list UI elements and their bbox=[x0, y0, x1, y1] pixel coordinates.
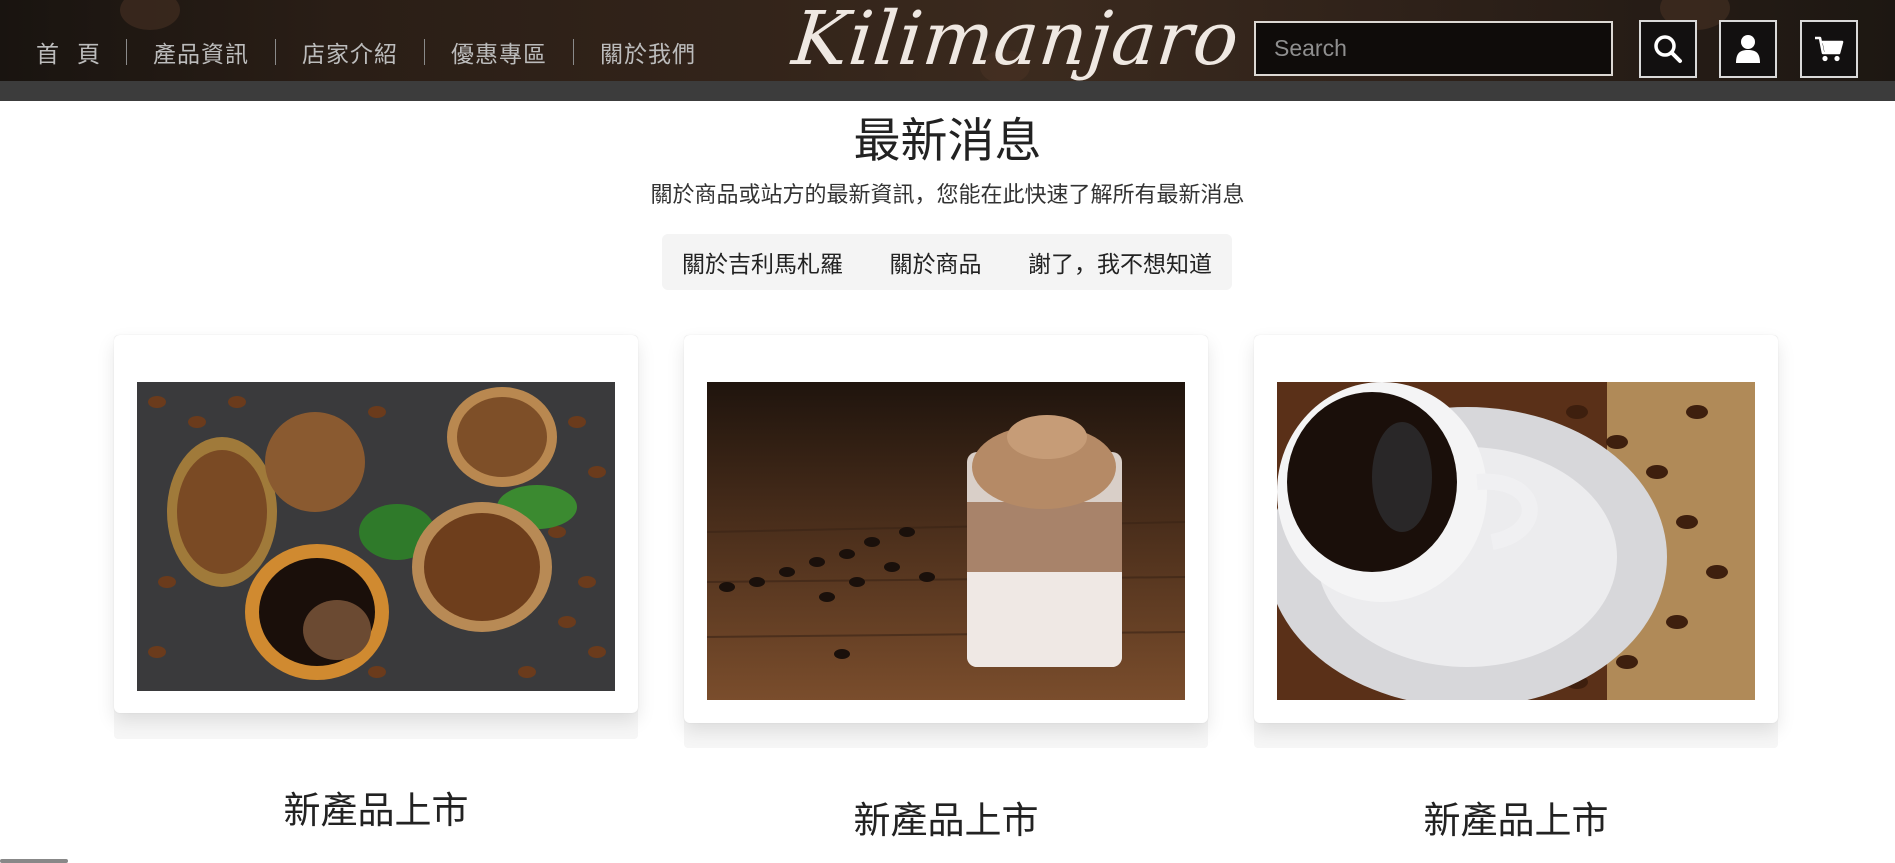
cart-button[interactable] bbox=[1800, 20, 1858, 78]
search-input[interactable] bbox=[1254, 21, 1613, 76]
search-button[interactable] bbox=[1639, 20, 1697, 78]
nav-divider bbox=[275, 39, 276, 65]
tab-about-products[interactable]: 關於商品 bbox=[890, 245, 982, 279]
header-strip bbox=[0, 81, 1895, 101]
user-icon bbox=[1736, 35, 1760, 63]
account-button[interactable] bbox=[1719, 20, 1777, 78]
card-title: 新產品上市 bbox=[1423, 799, 1609, 842]
nav-divider bbox=[424, 39, 425, 65]
horizontal-scrollbar[interactable] bbox=[0, 859, 68, 863]
tab-about-kilimanjaro[interactable]: 關於吉利馬札羅 bbox=[682, 245, 843, 279]
tab-no-thanks[interactable]: 謝了，我不想知道 bbox=[1028, 245, 1212, 279]
site-header: 首頁 產品資訊 店家介紹 優惠專區 關於我們 Kilimanjaro bbox=[0, 0, 1895, 81]
main-nav: 首頁 產品資訊 店家介紹 優惠專區 關於我們 bbox=[36, 35, 696, 69]
nav-divider bbox=[573, 39, 574, 65]
page-subtitle: 關於商品或站方的最新資訊，您能在此快速了解所有最新消息 bbox=[650, 183, 1245, 208]
nav-divider bbox=[126, 39, 127, 65]
card-image bbox=[1277, 382, 1755, 700]
search-icon bbox=[1654, 35, 1682, 63]
nav-item-store[interactable]: 店家介紹 bbox=[302, 35, 398, 69]
nav-item-about[interactable]: 關於我們 bbox=[600, 35, 696, 69]
nav-item-home[interactable]: 首頁 bbox=[36, 35, 118, 69]
nav-item-offers[interactable]: 優惠專區 bbox=[451, 35, 547, 69]
nav-item-products[interactable]: 產品資訊 bbox=[153, 35, 249, 69]
card-image bbox=[137, 382, 615, 691]
page-title: 最新消息 bbox=[853, 114, 1042, 169]
card-title: 新產品上市 bbox=[283, 789, 469, 832]
cart-icon bbox=[1815, 36, 1844, 62]
brand-logo[interactable]: Kilimanjaro bbox=[788, 0, 1243, 81]
news-filter-tabs: 關於吉利馬札羅 關於商品 謝了，我不想知道 bbox=[662, 234, 1232, 290]
card-image bbox=[707, 382, 1185, 700]
card-title: 新產品上市 bbox=[853, 799, 1039, 842]
